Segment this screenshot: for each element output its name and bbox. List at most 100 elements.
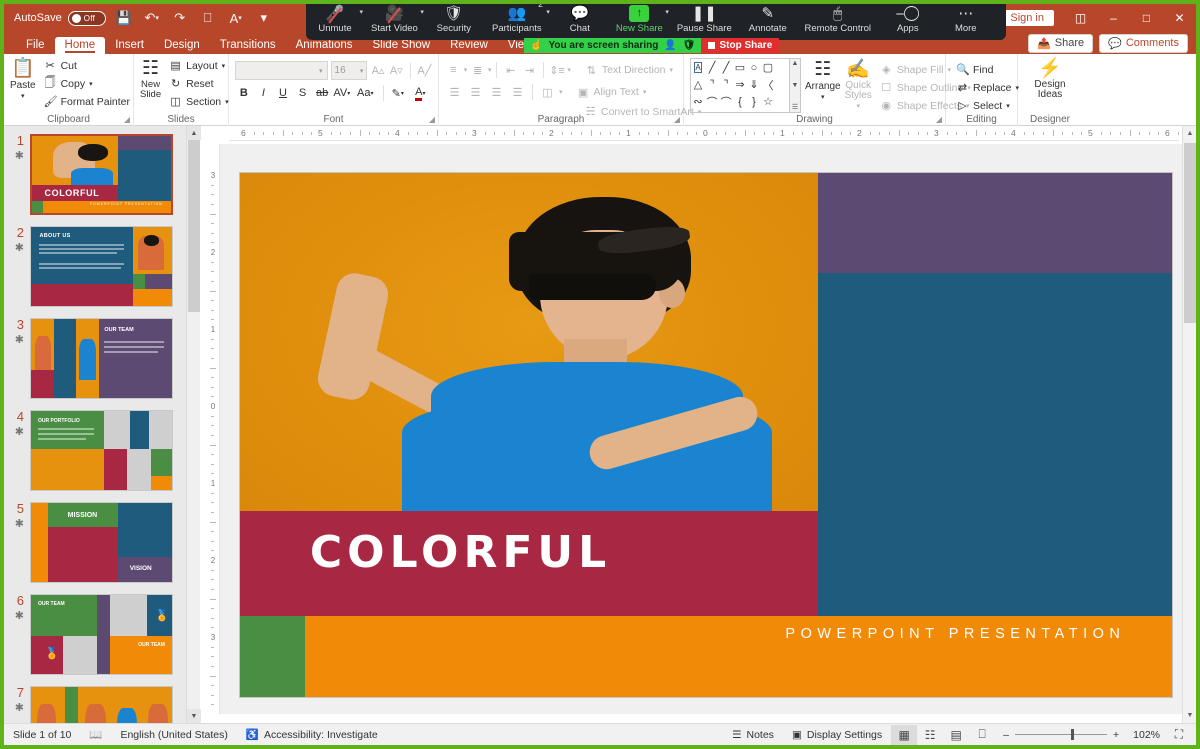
shield-check-icon[interactable]: 🛡: [683, 40, 696, 51]
shapes-scroll-up-icon[interactable]: ▲: [792, 60, 799, 67]
thumbnail-5[interactable]: MISSION VISION: [30, 502, 173, 583]
slide-scroll-thumb[interactable]: [1184, 143, 1196, 323]
line-spacing-caret-icon[interactable]: ▾: [567, 66, 571, 74]
horizontal-ruler[interactable]: 6543210123456: [229, 126, 1179, 141]
tab-design[interactable]: Design: [154, 37, 210, 54]
reset-button[interactable]: ↻ Reset: [165, 75, 233, 92]
replace-button[interactable]: ⇄ Replace ▾: [952, 79, 1023, 96]
shapes-scroll-down-icon[interactable]: ▼: [792, 82, 799, 89]
thumbnail-1[interactable]: COLORFUL POWERPOINT PRESENTATION: [30, 134, 173, 215]
copy-caret-icon[interactable]: ▾: [89, 80, 93, 88]
sign-in-button[interactable]: Sign in: [1000, 10, 1054, 26]
font-name-input[interactable]: ▾: [235, 61, 328, 80]
shape-freeform-icon[interactable]: ∾: [693, 95, 702, 108]
slide-thumbnail-pane[interactable]: 1 ✱ COLORFUL POWERPOINT PRESENTATION 2 ✱: [4, 126, 200, 723]
zoom-start-video-button[interactable]: 🎥 Start Video ▾: [364, 0, 425, 40]
select-button[interactable]: ▷ Select ▾: [952, 97, 1023, 114]
layout-button[interactable]: ▤ Layout ▾: [165, 57, 233, 74]
align-text-caret-icon[interactable]: ▾: [643, 88, 647, 96]
slide-block-green[interactable]: [240, 616, 305, 697]
paragraph-dialog-launcher-icon[interactable]: ◢: [674, 115, 680, 124]
change-case-button[interactable]: Aa▾: [353, 84, 378, 102]
bullets-caret-icon[interactable]: ▾: [464, 66, 468, 74]
paste-caret-icon[interactable]: ▾: [21, 92, 25, 100]
shapes-gallery[interactable]: A ╱ ╱ ▭ ○ ▢ △ ⌝ ⌝ ⇒ ⇓ 〈 ∾: [690, 58, 801, 113]
shapes-grid[interactable]: A ╱ ╱ ▭ ○ ▢ △ ⌝ ⌝ ⇒ ⇓ 〈 ∾: [691, 59, 789, 112]
start-video-caret-icon[interactable]: ▾: [420, 8, 424, 16]
thumbnail-item-5[interactable]: 5 ✱ MISSION VISION: [4, 502, 200, 583]
select-caret-icon[interactable]: ▾: [1006, 102, 1010, 110]
zoom-pause-share-button[interactable]: ❚❚ Pause Share: [670, 0, 739, 40]
format-painter-button[interactable]: 🖌 Format Painter: [40, 93, 134, 110]
tab-home[interactable]: Home: [55, 37, 106, 54]
font-size-caret-icon[interactable]: ▾: [360, 67, 364, 75]
slide-scroll-down-icon[interactable]: ▼: [1183, 708, 1197, 723]
slide-counter[interactable]: Slide 1 of 10: [4, 729, 80, 741]
font-size-input[interactable]: 16 ▾: [331, 61, 368, 80]
thumbnail-scroll-up-icon[interactable]: ▲: [187, 126, 201, 140]
slide-title-text[interactable]: COLORFUL: [310, 527, 611, 578]
tab-file[interactable]: File: [16, 37, 55, 54]
slide-area-scrollbar[interactable]: ▲ ▼: [1182, 126, 1196, 723]
shape-right-arrow-icon[interactable]: ⇒: [735, 78, 744, 91]
slide-block-purple[interactable]: [818, 173, 1172, 273]
autosave-toggle[interactable]: Off: [68, 11, 106, 26]
autosave-control[interactable]: AutoSave Off: [14, 11, 106, 26]
shape-arc-icon[interactable]: ⌒: [707, 94, 718, 110]
zoom-unmute-button[interactable]: 🎤 Unmute ▾: [306, 0, 364, 40]
justify-icon[interactable]: ☰: [508, 83, 527, 101]
stop-share-button[interactable]: Stop Share: [701, 38, 779, 53]
tab-insert[interactable]: Insert: [105, 37, 154, 54]
vertical-ruler[interactable]: 3210123: [206, 144, 220, 714]
numbering-icon[interactable]: ≣: [469, 61, 486, 79]
font-color-button[interactable]: A▾: [409, 84, 432, 102]
redo-icon[interactable]: ↷: [170, 8, 190, 28]
zoom-slider[interactable]: – +: [995, 729, 1127, 741]
design-ideas-button[interactable]: ⚡ Design Ideas: [1024, 57, 1076, 100]
thumbnail-4[interactable]: OUR PORTFOLIO: [30, 410, 173, 491]
increase-indent-icon[interactable]: ⇥: [521, 61, 538, 79]
arrange-button[interactable]: ☷ Arrange ▾: [805, 58, 841, 101]
annotate-person-icon[interactable]: 👤: [664, 40, 676, 51]
new-slide-button[interactable]: ☷ New Slide: [140, 57, 161, 100]
thumbnail-item-7[interactable]: 7 ✱: [4, 686, 200, 723]
clear-formatting-icon[interactable]: A╱: [417, 62, 432, 80]
minimize-button[interactable]: –: [1097, 4, 1130, 32]
character-spacing-button[interactable]: AV▾: [333, 84, 351, 102]
comments-button[interactable]: 💬 Comments: [1099, 34, 1188, 53]
shape-line-icon[interactable]: ╱: [709, 61, 716, 74]
customize-quick-access-toolbar-icon[interactable]: ▾: [254, 8, 274, 28]
thumbnail-3[interactable]: OUR TEAM: [30, 318, 173, 399]
align-left-icon[interactable]: ☰: [445, 83, 464, 101]
increase-font-size-icon[interactable]: A▵: [370, 62, 385, 80]
share-button[interactable]: 📤 Share: [1028, 34, 1093, 53]
slide-sorter-view-button[interactable]: ☷: [917, 725, 943, 745]
restore-button[interactable]: □: [1130, 4, 1163, 32]
slide-subtitle-text[interactable]: POWERPOINT PRESENTATION: [785, 626, 1125, 642]
zoom-percent-label[interactable]: 102%: [1127, 729, 1166, 741]
thumbnail-7[interactable]: [30, 686, 173, 723]
arrange-caret-icon[interactable]: ▾: [821, 93, 825, 101]
notes-button[interactable]: ☰ Notes: [723, 729, 783, 741]
accessibility-status[interactable]: ♿ Accessibility: Investigate: [237, 728, 387, 741]
underline-button[interactable]: U: [274, 84, 292, 102]
thumbnail-item-6[interactable]: 6 ✱ OUR TEAM OUR TEAM 🏅 🏅: [4, 594, 200, 675]
columns-icon[interactable]: ◫: [538, 83, 557, 101]
zoom-chat-button[interactable]: 💬 Chat: [551, 0, 609, 40]
undo-icon[interactable]: ↶▾: [142, 8, 162, 28]
text-direction-caret-icon[interactable]: ▾: [670, 66, 674, 74]
shape-rounded-rect-icon[interactable]: ▢: [763, 61, 773, 74]
numbering-caret-icon[interactable]: ▾: [488, 66, 492, 74]
find-button[interactable]: 🔍 Find: [952, 61, 1023, 78]
reading-view-button[interactable]: ▤: [943, 725, 969, 745]
new-share-caret-icon[interactable]: ▾: [665, 8, 669, 16]
bold-button[interactable]: B: [235, 84, 253, 102]
ribbon-display-options-icon[interactable]: ◫: [1064, 4, 1097, 32]
participants-caret-icon[interactable]: ▾: [546, 8, 550, 16]
bullets-icon[interactable]: ≡: [445, 61, 462, 79]
close-button[interactable]: ✕: [1163, 4, 1196, 32]
thumbnail-item-3[interactable]: 3 ✱ OUR TEAM: [4, 318, 200, 399]
shape-star-icon[interactable]: ☆: [763, 95, 773, 108]
shape-elbow2-icon[interactable]: ⌝: [723, 78, 728, 91]
text-highlight-color-button[interactable]: ✎▾: [389, 84, 407, 102]
